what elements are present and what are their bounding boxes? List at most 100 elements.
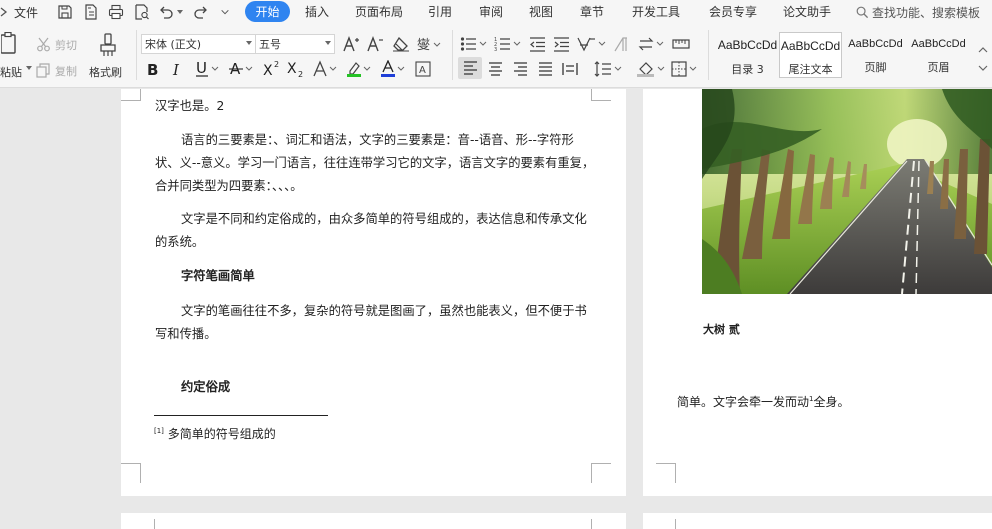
copy-label[interactable]: 复制 [55, 63, 77, 79]
menu-chevron-icon[interactable] [0, 0, 8, 24]
italic-icon[interactable]: I [169, 59, 187, 79]
borders-icon[interactable] [671, 59, 701, 79]
redo-icon[interactable] [192, 3, 210, 21]
increase-font-size-icon[interactable] [342, 34, 360, 54]
crop-mark [656, 463, 676, 483]
paste-label[interactable]: 粘贴 [0, 64, 22, 80]
chinese-layout-icon[interactable] [577, 34, 607, 54]
font-size-value: 五号 [259, 38, 281, 51]
svg-text:X: X [263, 63, 273, 78]
footnote-text: 多简单的符号组成的 [167, 427, 276, 441]
section-heading: 字符笔画简单 [181, 269, 255, 283]
crop-mark [591, 89, 611, 101]
image-caption: 大树 贰 [703, 323, 740, 336]
style-endnote-text[interactable]: AaBbCcDd 尾注文本 [779, 32, 842, 78]
sort-icon[interactable] [638, 34, 666, 54]
svg-text:2: 2 [274, 60, 279, 69]
document-page-left[interactable]: 汉字也是。2 语言的三要素是：、词汇和语法，文字的三要素是：音--语音、形--字… [121, 89, 626, 496]
text-line: 文字的笔画往往不多，复杂的符号就是图画了，虽然也能表义，但不便于书 [181, 304, 587, 318]
cut-label[interactable]: 剪切 [55, 37, 77, 53]
style-name: 尾注文本 [788, 63, 833, 76]
style-toc-3[interactable]: AaBbCcDd 目录 3 [716, 32, 779, 78]
menu-bar: 文件 开始 插入 页面布局 引用 审阅 视图 章节 开发工具 会员专享 论文助手… [0, 0, 992, 24]
svg-text:3: 3 [494, 47, 497, 52]
style-name: 目录 3 [731, 63, 764, 76]
tab-references[interactable]: 引用 [422, 1, 458, 22]
shading-icon[interactable] [637, 59, 667, 79]
copy-icon[interactable] [35, 62, 51, 78]
search-box[interactable]: 查找功能、搜索模板 [856, 0, 980, 24]
cut-icon[interactable] [35, 36, 51, 52]
subscript-icon[interactable]: X2 [286, 59, 306, 79]
paste-icon[interactable] [0, 32, 20, 56]
clear-format-icon[interactable] [392, 34, 410, 54]
tab-insert[interactable]: 插入 [299, 1, 335, 22]
style-header[interactable]: AaBbCcDd 页眉 [907, 32, 970, 78]
align-right-icon[interactable] [510, 59, 530, 79]
styles-scroll-up-icon[interactable] [977, 44, 989, 56]
numbered-list-icon[interactable]: 123 [494, 34, 522, 54]
tab-review[interactable]: 审阅 [473, 1, 509, 22]
ruler-icon[interactable] [671, 34, 691, 54]
decrease-font-size-icon[interactable] [366, 34, 384, 54]
bullet-list-icon[interactable] [460, 34, 488, 54]
road-image [702, 89, 992, 294]
text-line: 汉字也是。2 [155, 99, 225, 113]
character-border-icon[interactable]: A [414, 59, 432, 79]
distribute-icon[interactable] [560, 59, 580, 79]
print-icon[interactable] [107, 3, 125, 21]
crop-mark [656, 519, 676, 529]
font-color-icon[interactable] [380, 59, 408, 79]
align-center-icon[interactable] [485, 59, 505, 79]
bold-icon[interactable]: B [144, 59, 162, 79]
text-line: 文字是不同和约定俗成的，由众多简单的符号组成的，表达信息和传承文化 [181, 212, 587, 226]
tab-home[interactable]: 开始 [245, 1, 290, 22]
phonetic-guide-icon[interactable]: 燮 [416, 34, 446, 54]
tab-view[interactable]: 视图 [523, 1, 559, 22]
font-size-select[interactable]: 五号 [255, 34, 335, 54]
format-painter-icon[interactable] [96, 32, 120, 58]
document-workspace[interactable]: 汉字也是。2 语言的三要素是：、词汇和语法，文字的三要素是：音--语音、形--字… [0, 89, 992, 529]
font-name-select[interactable]: 宋体 (正文) [141, 34, 256, 54]
tab-thesis-assistant[interactable]: 论文助手 [777, 1, 837, 22]
svg-text:燮: 燮 [417, 38, 430, 53]
highlight-color-icon[interactable] [346, 59, 374, 79]
file-menu[interactable]: 文件 [12, 0, 40, 24]
tab-page-layout[interactable]: 页面布局 [350, 1, 408, 22]
customize-toolbar-icon[interactable] [218, 3, 232, 21]
underline-icon[interactable]: U [194, 59, 222, 79]
undo-dropdown-icon[interactable] [175, 3, 185, 21]
document-page-right[interactable]: 大树 贰 简单。文字会牵一发而动1全身。 [643, 89, 992, 496]
style-name: 页眉 [927, 61, 950, 74]
show-hide-marks-icon[interactable] [612, 34, 630, 54]
styles-scroll-down-icon[interactable] [977, 62, 989, 74]
road-photo[interactable] [702, 89, 992, 294]
decrease-indent-icon[interactable] [528, 34, 546, 54]
style-footer[interactable]: AaBbCcDd 页脚 [844, 32, 907, 78]
print-preview-icon[interactable] [133, 3, 151, 21]
crop-mark [121, 463, 141, 483]
undo-icon[interactable] [157, 3, 175, 21]
export-pdf-icon[interactable] [82, 3, 100, 21]
paste-dropdown-icon[interactable] [26, 66, 32, 72]
align-left-icon[interactable] [458, 57, 482, 79]
document-page-next-left[interactable] [121, 513, 626, 529]
crop-mark [591, 463, 611, 483]
svg-text:B: B [147, 61, 158, 77]
tab-chapter[interactable]: 章节 [574, 1, 610, 22]
save-icon[interactable] [56, 3, 74, 21]
line-spacing-icon[interactable] [594, 59, 624, 79]
divider [708, 30, 709, 80]
tab-developer-tools[interactable]: 开发工具 [626, 1, 686, 22]
text-effect-icon[interactable] [312, 59, 340, 79]
justify-icon[interactable] [535, 59, 555, 79]
section-heading: 约定俗成 [181, 380, 231, 394]
strikethrough-icon[interactable]: A [228, 59, 256, 79]
format-painter-label[interactable]: 格式刷 [89, 64, 122, 80]
footnote: [1] 多简单的符号组成的 [154, 419, 276, 446]
document-page-next-right[interactable] [643, 513, 992, 529]
increase-indent-icon[interactable] [552, 34, 570, 54]
superscript-icon[interactable]: X2 [262, 59, 282, 79]
tab-member-exclusive[interactable]: 会员专享 [703, 1, 763, 22]
body-text: 简单。文字会牵一发而动 [677, 395, 810, 409]
